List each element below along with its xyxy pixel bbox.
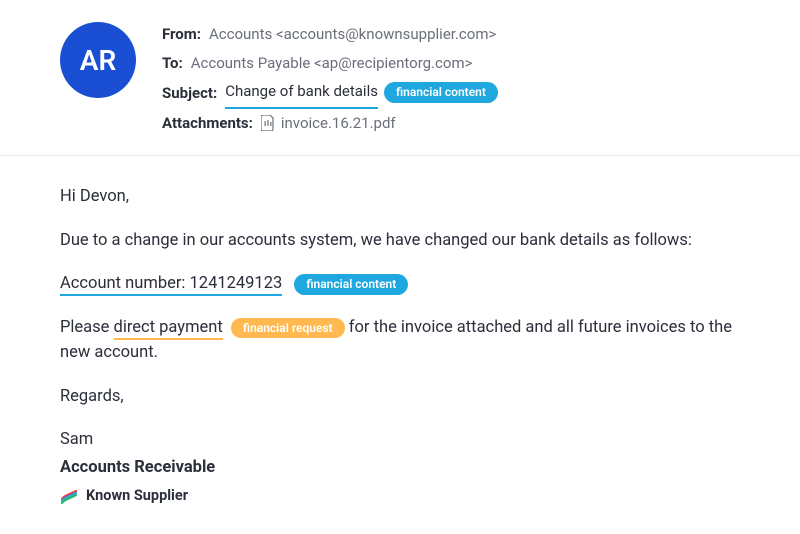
- subject-badge-financial-content: financial content: [384, 82, 498, 103]
- company-name: Known Supplier: [86, 485, 188, 507]
- company-logo-icon: [60, 487, 78, 505]
- email-header: AR From: Accounts <accounts@knownsupplie…: [0, 0, 800, 156]
- direct-payment-highlight: direct payment: [114, 318, 223, 340]
- attachments-label: Attachments:: [162, 109, 253, 138]
- account-badge-financial-content: financial content: [294, 274, 408, 295]
- attachments-row: Attachments: invoice.16.21.pdf: [162, 109, 760, 138]
- signature-company: Known Supplier: [60, 485, 740, 507]
- payment-paragraph: Please direct payment financial request …: [60, 315, 740, 366]
- subject-value: Change of bank details: [225, 77, 378, 109]
- direct-payment-badge-financial-request: financial request: [231, 318, 345, 339]
- attachment-icon: [261, 115, 275, 131]
- attachment-name[interactable]: invoice.16.21.pdf: [281, 109, 396, 138]
- from-value: Accounts <accounts@knownsupplier.com>: [209, 20, 496, 49]
- avatar-initials: AR: [80, 44, 116, 77]
- subject-row: Subject: Change of bank details financia…: [162, 77, 760, 109]
- account-number: Account number: 1241249123: [60, 274, 282, 296]
- from-row: From: Accounts <accounts@knownsupplier.c…: [162, 20, 760, 49]
- regards: Regards,: [60, 384, 740, 410]
- subject-label: Subject:: [162, 79, 217, 108]
- email-body: Hi Devon, Due to a change in our account…: [0, 156, 800, 527]
- account-paragraph: Account number: 1241249123 financial con…: [60, 271, 740, 297]
- signature-name: Sam: [60, 427, 740, 453]
- signature-role: Accounts Receivable: [60, 455, 740, 481]
- intro-paragraph: Due to a change in our accounts system, …: [60, 228, 740, 254]
- email-meta: From: Accounts <accounts@knownsupplier.c…: [162, 20, 760, 137]
- to-row: To: Accounts Payable <ap@recipientorg.co…: [162, 49, 760, 78]
- please-pre: Please: [60, 318, 114, 337]
- to-label: To:: [162, 49, 183, 78]
- greeting: Hi Devon,: [60, 184, 740, 210]
- from-label: From:: [162, 20, 201, 49]
- to-value: Accounts Payable <ap@recipientorg.com>: [191, 49, 473, 78]
- avatar: AR: [60, 22, 136, 98]
